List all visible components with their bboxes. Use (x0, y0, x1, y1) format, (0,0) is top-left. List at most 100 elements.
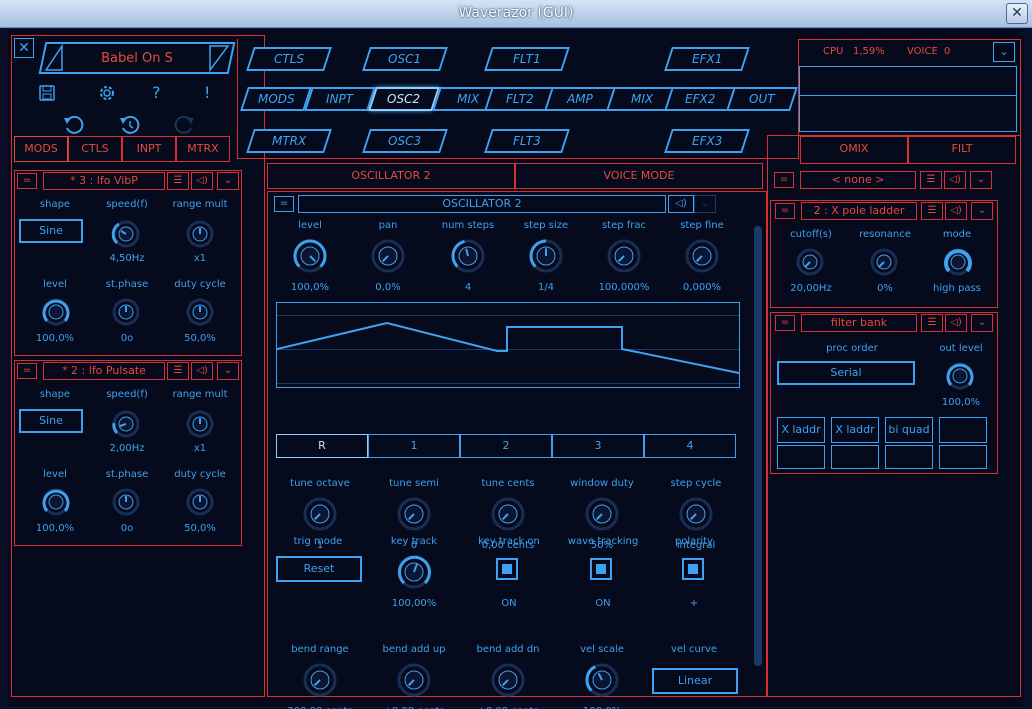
window-close-button[interactable]: ✕ (1006, 3, 1028, 24)
bend-add-dn-knob[interactable] (488, 660, 528, 700)
mod1-chevron-down-icon[interactable]: ⌄ (217, 172, 239, 190)
slot2-settings-icon[interactable]: ☰ (921, 202, 943, 220)
nav-inpt[interactable]: INPT (304, 87, 376, 111)
key-track-knob[interactable] (394, 552, 434, 592)
scrollbar[interactable] (754, 226, 762, 666)
slot2-chevron-down-icon[interactable]: ⌄ (971, 202, 993, 220)
bank-slot-3[interactable]: bi quad (885, 417, 933, 443)
key-track-on-checkbox[interactable] (496, 558, 518, 580)
status-chevron-down-icon[interactable]: ⌄ (993, 42, 1015, 62)
tune-semi-knob-wrap[interactable] (394, 494, 434, 538)
mod2-speed-knob[interactable] (109, 407, 143, 441)
cutoff-knob[interactable] (793, 245, 827, 279)
level-knob-wrap[interactable] (290, 236, 330, 280)
slot1-name[interactable]: < none > (800, 171, 916, 189)
bank-slot-7[interactable] (885, 445, 933, 469)
slot3-chevron-down-icon[interactable]: ⌄ (971, 314, 993, 332)
osc-chevron-down-icon[interactable]: ⌄ (694, 195, 716, 213)
mod1-speaker-icon[interactable]: ◁) (191, 172, 213, 190)
slot3-menu-button[interactable]: = (775, 315, 795, 331)
bend-range-knob-wrap[interactable] (300, 660, 340, 704)
mod1-name[interactable]: * 3 : lfo VibP (43, 172, 165, 190)
tab-omix[interactable]: OMIX (800, 136, 908, 164)
nav-osc1[interactable]: OSC1 (362, 47, 448, 71)
slot3-speaker-icon[interactable]: ◁) (945, 314, 967, 332)
mod2-menu-button[interactable]: = (17, 363, 37, 379)
tab-filt[interactable]: FILT (908, 136, 1016, 164)
help-icon[interactable]: ? (152, 83, 161, 102)
patch-prev-arrow-icon[interactable] (42, 43, 64, 72)
vel-scale-knob-wrap[interactable] (582, 660, 622, 704)
trig-mode-button[interactable]: Reset (276, 556, 362, 582)
bank-slot-1[interactable]: X laddr (777, 417, 825, 443)
nav-efx2[interactable]: EFX2 (664, 87, 736, 111)
mod1-duty-knob[interactable] (183, 295, 217, 329)
save-icon[interactable] (38, 84, 56, 102)
mod1-settings-icon[interactable]: ☰ (167, 172, 189, 190)
nav-mtrx[interactable]: MTRX (246, 129, 332, 153)
step-size-knob[interactable] (526, 236, 566, 276)
nav-osc2[interactable]: OSC2 (368, 87, 440, 111)
step-cycle-knob-wrap[interactable] (676, 494, 716, 538)
mod1-range-knob[interactable] (183, 217, 217, 251)
tune-octave-knob-wrap[interactable] (300, 494, 340, 538)
tune-cents-knob-wrap[interactable] (488, 494, 528, 538)
bank-slot-2[interactable]: X laddr (831, 417, 879, 443)
mod1-level-knob[interactable] (39, 295, 73, 329)
mod2-level-knob[interactable] (39, 485, 73, 519)
window-duty-knob[interactable] (582, 494, 622, 534)
pan-knob[interactable] (368, 236, 408, 276)
bank-slot-4[interactable] (939, 417, 987, 443)
tab-mods[interactable]: MODS (14, 136, 68, 162)
nav-efx1[interactable]: EFX1 (664, 47, 750, 71)
vel-curve-button[interactable]: Linear (652, 668, 738, 694)
tune-octave-knob[interactable] (300, 494, 340, 534)
out-level-knob[interactable] (943, 359, 977, 393)
nav-efx3[interactable]: EFX3 (664, 129, 750, 153)
step-tab-2[interactable]: 2 (460, 434, 552, 458)
mod2-shape-button[interactable]: Sine (19, 409, 83, 433)
slot2-speaker-icon[interactable]: ◁) (945, 202, 967, 220)
mod2-phase-knob[interactable] (109, 485, 143, 519)
step-fine-knob-wrap[interactable] (682, 236, 722, 280)
mod2-settings-icon[interactable]: ☰ (167, 362, 189, 380)
nav-amp[interactable]: AMP (544, 87, 616, 111)
step-tab-r[interactable]: R (276, 434, 368, 458)
mod2-name[interactable]: * 2 : lfo Pulsate (43, 362, 165, 380)
nav-flt1[interactable]: FLT1 (484, 47, 570, 71)
proc-order-button[interactable]: Serial (777, 361, 915, 385)
alert-icon[interactable]: ! (204, 83, 210, 102)
tab-voice-mode[interactable]: VOICE MODE (515, 163, 763, 189)
step-tab-1[interactable]: 1 (368, 434, 460, 458)
close-panel-button[interactable]: ✕ (14, 38, 34, 58)
patch-next-arrow-icon[interactable] (208, 44, 230, 73)
wave-tracking-checkbox[interactable] (590, 558, 612, 580)
slot2-menu-button[interactable]: = (775, 203, 795, 219)
bend-add-up-knob[interactable] (394, 660, 434, 700)
slot1-menu-button[interactable]: = (774, 172, 794, 188)
tune-cents-knob[interactable] (488, 494, 528, 534)
bank-slot-5[interactable] (777, 445, 825, 469)
slot3-settings-icon[interactable]: ☰ (921, 314, 943, 332)
num-steps-knob[interactable] (448, 236, 488, 276)
osc-speaker-icon[interactable]: ◁) (668, 195, 694, 213)
tune-semi-knob[interactable] (394, 494, 434, 534)
mod1-phase-knob[interactable] (109, 295, 143, 329)
slot1-chevron-down-icon[interactable]: ⌄ (970, 171, 992, 189)
mod2-speaker-icon[interactable]: ◁) (191, 362, 213, 380)
nav-flt3[interactable]: FLT3 (484, 129, 570, 153)
slot2-name[interactable]: 2 : X pole ladder (801, 202, 917, 220)
osc-menu-button[interactable]: = (274, 196, 294, 212)
tab-mtrx[interactable]: MTRX (176, 136, 230, 162)
bend-add-dn-knob-wrap[interactable] (488, 660, 528, 704)
undo-icon[interactable] (62, 114, 84, 136)
bank-slot-8[interactable] (939, 445, 987, 469)
mod1-speed-knob[interactable] (109, 217, 143, 251)
step-frac-knob[interactable] (604, 236, 644, 276)
gear-icon[interactable] (97, 83, 117, 103)
step-tab-3[interactable]: 3 (552, 434, 644, 458)
mod2-range-knob[interactable] (183, 407, 217, 441)
pan-knob-wrap[interactable] (368, 236, 408, 280)
level-knob[interactable] (290, 236, 330, 276)
nav-mods[interactable]: MODS (240, 87, 312, 111)
